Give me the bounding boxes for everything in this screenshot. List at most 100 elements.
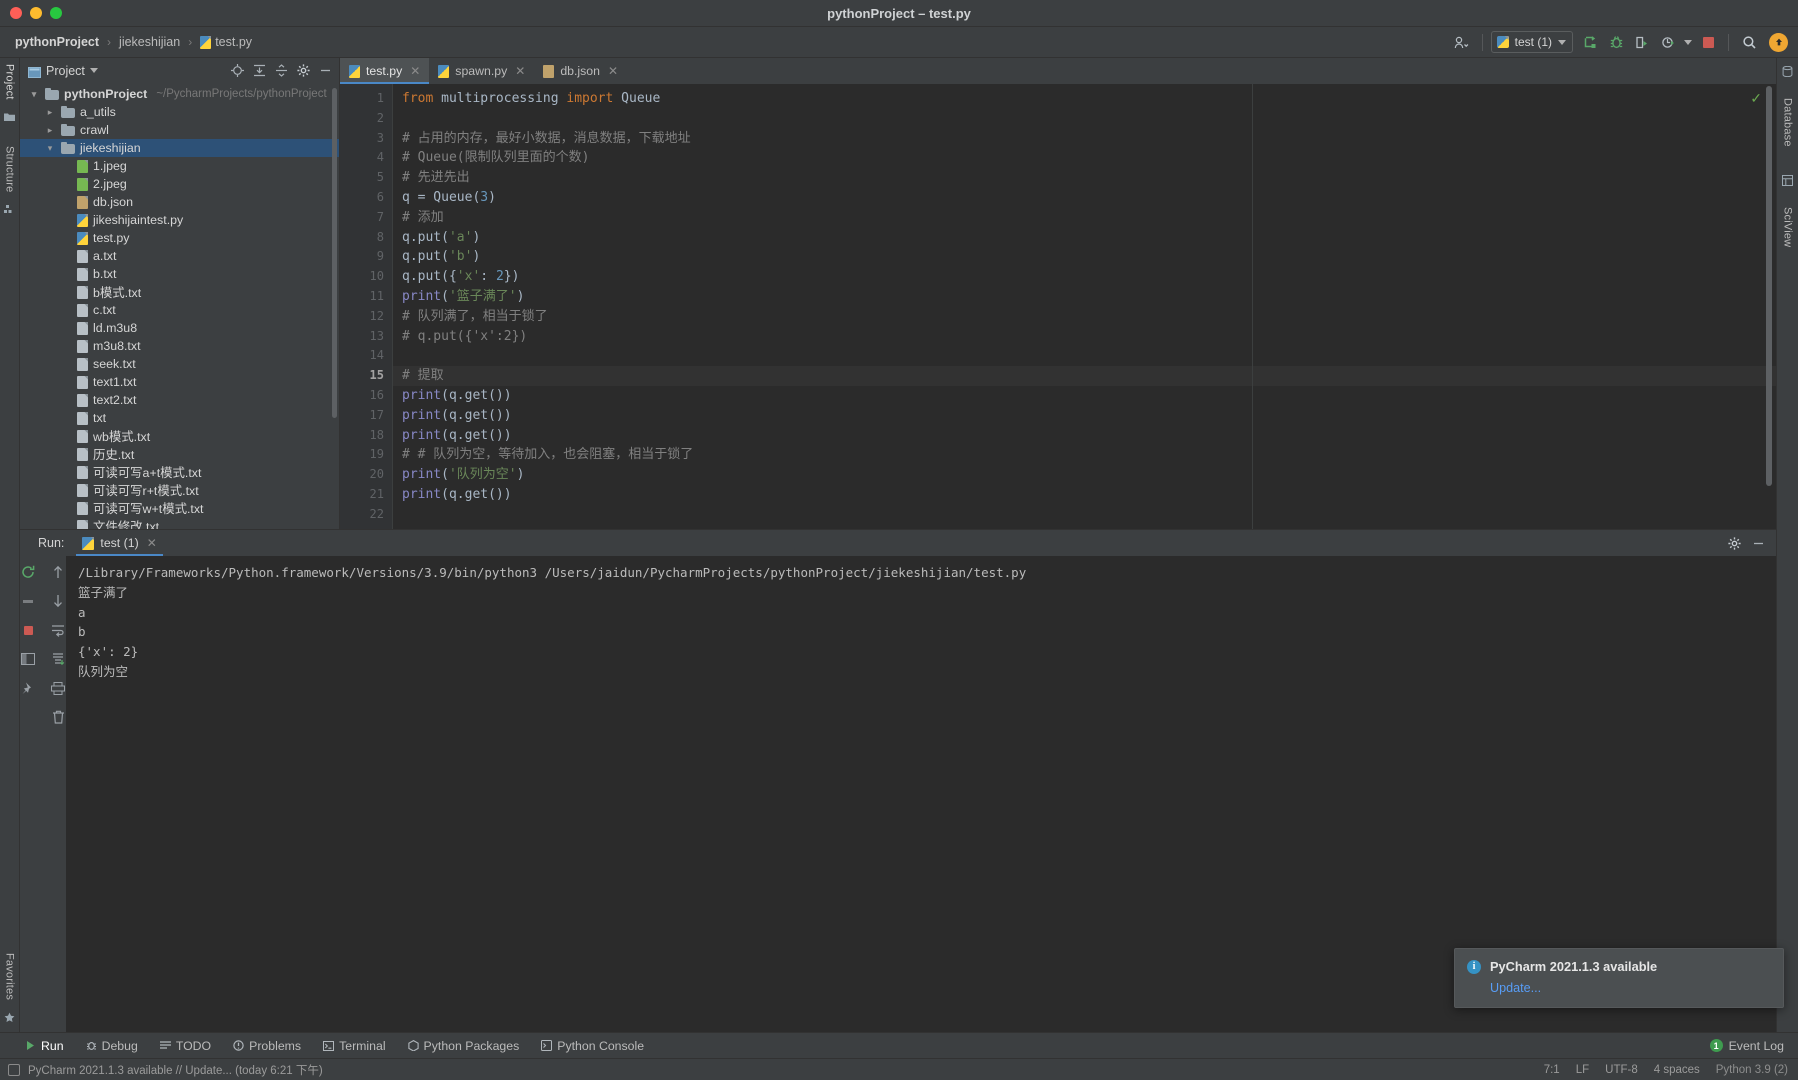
bottom-bar-item-todo[interactable]: TODO [149, 1033, 222, 1059]
code-line[interactable]: q.put({'x': 2}) [402, 267, 1776, 287]
tree-row[interactable]: seek.txt [20, 355, 339, 373]
user-settings-icon[interactable] [1450, 30, 1474, 54]
stop-button[interactable] [1696, 30, 1720, 54]
code-line[interactable]: # # 队列为空，等待加入，也会阻塞，相当于锁了 [402, 445, 1776, 465]
rail-item-structure[interactable]: Structure [4, 140, 16, 198]
notification-update-link[interactable]: Update... [1490, 981, 1771, 995]
editor-area[interactable]: 12345678910111213141516171819202122 from… [340, 84, 1776, 529]
code-line[interactable]: print('篮子满了') [402, 287, 1776, 307]
scroll-down-button[interactable] [48, 591, 68, 611]
status-message[interactable]: PyCharm 2021.1.3 available // Update... … [28, 1062, 323, 1078]
bottom-bar-item-terminal[interactable]: Terminal [312, 1033, 396, 1059]
tree-row[interactable]: jikeshijaintest.py [20, 211, 339, 229]
line-number[interactable]: 6 [340, 188, 392, 208]
rail-item-favorites[interactable]: Favorites [4, 947, 16, 1006]
close-icon[interactable]: ✕ [147, 536, 157, 550]
line-separator[interactable]: LF [1576, 1064, 1589, 1076]
line-number[interactable]: 14 [340, 346, 392, 366]
close-icon[interactable]: ✕ [515, 64, 525, 78]
code-line[interactable]: # 提取 [392, 366, 1776, 386]
tree-row[interactable]: b.txt [20, 265, 339, 283]
breadcrumb-item-file[interactable]: test.py [197, 34, 255, 50]
tree-row[interactable]: 历史.txt [20, 445, 339, 463]
settings-gear-icon[interactable] [293, 61, 313, 81]
tree-row[interactable]: txt [20, 409, 339, 427]
project-tree-scrollbar[interactable] [332, 88, 337, 418]
collapse-all-icon[interactable] [271, 61, 291, 81]
editor-code[interactable]: from multiprocessing import Queue # 占用的内… [392, 84, 1776, 529]
tree-row[interactable]: c.txt [20, 301, 339, 319]
line-number[interactable]: 16 [340, 386, 392, 406]
line-number[interactable]: 15 [340, 366, 392, 386]
tree-row[interactable]: 文件修改.txt [20, 517, 339, 529]
soft-wrap-button[interactable] [48, 620, 68, 640]
profile-button[interactable] [1656, 30, 1680, 54]
line-number[interactable]: 22 [340, 505, 392, 525]
tree-row[interactable]: ▸crawl [20, 121, 339, 139]
tree-row[interactable]: ▾jiekeshijian [20, 139, 339, 157]
show-output-button[interactable] [18, 649, 38, 669]
line-number[interactable]: 12 [340, 307, 392, 327]
hide-panel-icon[interactable] [1748, 533, 1768, 553]
bottom-bar-item-debug[interactable]: Debug [75, 1033, 149, 1059]
tree-row[interactable]: ▾pythonProject~/PycharmProjects/pythonPr… [20, 85, 339, 103]
tree-row[interactable]: 可读可写w+t模式.txt [20, 499, 339, 517]
tree-row[interactable]: db.json [20, 193, 339, 211]
line-number[interactable]: 4 [340, 148, 392, 168]
code-line[interactable]: from multiprocessing import Queue [402, 89, 1776, 109]
breadcrumb-item-folder[interactable]: jiekeshijian [116, 34, 183, 50]
code-line[interactable]: q.put('a') [402, 228, 1776, 248]
rail-item-sciview[interactable]: SciView [1782, 201, 1794, 253]
indent-setting[interactable]: 4 spaces [1654, 1064, 1700, 1076]
close-icon[interactable]: ✕ [410, 64, 420, 78]
bottom-bar-item-run[interactable]: Run [14, 1033, 75, 1059]
tree-row[interactable]: text1.txt [20, 373, 339, 391]
code-line[interactable]: # 队列满了，相当于锁了 [402, 307, 1776, 327]
bottom-bar-item-python-console[interactable]: Python Console [530, 1033, 655, 1059]
file-encoding[interactable]: UTF-8 [1605, 1064, 1638, 1076]
tree-row[interactable]: ▸a_utils [20, 103, 339, 121]
code-line[interactable]: print('队列为空') [402, 465, 1776, 485]
code-line[interactable] [402, 346, 1776, 366]
pin-tab-button[interactable] [18, 678, 38, 698]
tree-row[interactable]: 可读可写r+t模式.txt [20, 481, 339, 499]
editor-tab[interactable]: spawn.py✕ [429, 58, 534, 84]
line-number[interactable]: 1 [340, 89, 392, 109]
settings-gear-icon[interactable] [1724, 533, 1744, 553]
hide-panel-icon[interactable] [315, 61, 335, 81]
line-number[interactable]: 11 [340, 287, 392, 307]
chevron-right-icon[interactable]: ▸ [44, 125, 56, 136]
line-number[interactable]: 9 [340, 247, 392, 267]
python-interpreter[interactable]: Python 3.9 (2) [1716, 1064, 1788, 1076]
run-tab-test[interactable]: test (1) ✕ [74, 530, 164, 556]
clear-all-button[interactable] [48, 707, 68, 727]
code-line[interactable]: print(q.get()) [402, 426, 1776, 446]
line-number[interactable]: 13 [340, 327, 392, 347]
breadcrumb-item-project[interactable]: pythonProject [12, 34, 102, 50]
run-configuration-selector[interactable]: test (1) [1491, 31, 1573, 53]
chevron-down-icon[interactable]: ▾ [28, 89, 40, 100]
code-line[interactable] [402, 505, 1776, 525]
tree-row[interactable]: wb模式.txt [20, 427, 339, 445]
code-line[interactable]: print(q.get()) [402, 485, 1776, 505]
profile-dropdown-icon[interactable] [1682, 30, 1694, 54]
code-line[interactable]: # q.put({'x':2}) [402, 327, 1776, 347]
line-number[interactable]: 17 [340, 406, 392, 426]
status-memory-icon[interactable] [8, 1064, 20, 1076]
close-window-button[interactable] [10, 7, 22, 19]
scroll-up-button[interactable] [48, 562, 68, 582]
chevron-down-icon[interactable]: ▾ [44, 143, 56, 154]
scroll-to-end-button[interactable] [48, 649, 68, 669]
minimize-window-button[interactable] [30, 7, 42, 19]
chevron-right-icon[interactable]: ▸ [44, 107, 56, 118]
event-log-group[interactable]: 1Event Log [1710, 1039, 1798, 1053]
code-line[interactable]: # 添加 [402, 208, 1776, 228]
inspection-status-icon[interactable]: ✓ [1750, 90, 1762, 107]
close-icon[interactable]: ✕ [608, 64, 618, 78]
bottom-bar-item-problems[interactable]: Problems [222, 1033, 312, 1059]
terminate-button[interactable] [18, 620, 38, 640]
line-number[interactable]: 21 [340, 485, 392, 505]
editor-scrollbar[interactable] [1766, 86, 1772, 486]
bottom-bar-item-python-packages[interactable]: Python Packages [397, 1033, 531, 1059]
expand-all-icon[interactable] [249, 61, 269, 81]
